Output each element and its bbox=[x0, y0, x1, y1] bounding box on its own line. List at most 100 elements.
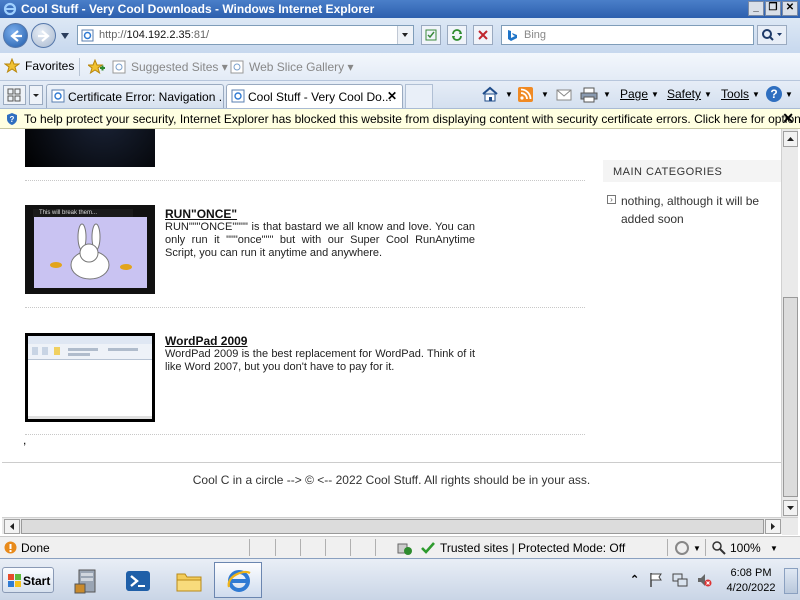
quick-tabs-icon bbox=[7, 88, 21, 102]
home-icon[interactable] bbox=[481, 86, 499, 103]
security-zone[interactable]: Trusted sites | Protected Mode: Off bbox=[440, 541, 625, 555]
tab-cool-stuff[interactable]: Cool Stuff - Very Cool Do... ✕ bbox=[226, 84, 403, 108]
help-icon[interactable]: ? bbox=[765, 85, 783, 103]
search-icon bbox=[762, 29, 782, 41]
minimize-button[interactable]: _ bbox=[748, 1, 764, 16]
scroll-right-button[interactable] bbox=[765, 519, 781, 534]
close-tab-icon[interactable]: ✕ bbox=[387, 89, 397, 103]
page-icon bbox=[231, 89, 245, 103]
protected-mode-icon[interactable] bbox=[674, 540, 690, 556]
horizontal-scrollbar[interactable] bbox=[2, 517, 798, 535]
post-thumbnail-image[interactable] bbox=[25, 129, 155, 167]
new-tab-button[interactable] bbox=[405, 84, 433, 108]
read-mail-icon[interactable] bbox=[556, 89, 572, 101]
close-button[interactable]: ✕ bbox=[782, 1, 798, 16]
page-icon bbox=[81, 29, 94, 42]
search-input[interactable]: Bing bbox=[501, 25, 754, 45]
show-hidden-icons-icon[interactable]: ⌃ bbox=[630, 573, 639, 586]
divider bbox=[375, 539, 376, 556]
web-slice-gallery-link[interactable]: Web Slice Gallery ▾ bbox=[230, 60, 354, 74]
server-manager-taskbar-button[interactable] bbox=[62, 562, 110, 598]
add-ons-icon[interactable] bbox=[397, 540, 413, 556]
scroll-down-button[interactable] bbox=[783, 500, 798, 516]
suggested-sites-label: Suggested Sites ▾ bbox=[131, 60, 228, 74]
network-icon[interactable] bbox=[672, 572, 688, 588]
refresh-icon bbox=[452, 29, 462, 41]
divider bbox=[350, 539, 351, 556]
scroll-up-button[interactable] bbox=[783, 131, 798, 147]
help-dropdown-icon[interactable]: ▼ bbox=[785, 90, 793, 99]
quick-tabs-button[interactable] bbox=[3, 85, 26, 105]
favorites-bar: Favorites Suggested Sites ▾ Web Slice Ga… bbox=[0, 53, 800, 81]
home-dropdown-icon[interactable]: ▼ bbox=[505, 90, 513, 99]
show-desktop-button[interactable] bbox=[784, 568, 798, 594]
maximize-button[interactable]: ❒ bbox=[765, 1, 781, 16]
arrow-down-icon bbox=[787, 506, 794, 510]
clock-time: 6:08 PM bbox=[730, 567, 772, 579]
action-center-flag-icon[interactable] bbox=[648, 572, 664, 588]
windows-explorer-taskbar-button[interactable] bbox=[164, 562, 212, 598]
post-title-link[interactable]: WordPad 2009 bbox=[165, 334, 247, 348]
chevron-down-icon[interactable]: ▼ bbox=[693, 544, 701, 553]
stop-button[interactable] bbox=[473, 25, 493, 45]
post-thumbnail-image[interactable] bbox=[25, 333, 155, 422]
refresh-button[interactable] bbox=[447, 25, 467, 45]
divider bbox=[275, 539, 276, 556]
vertical-scrollbar[interactable] bbox=[781, 129, 798, 517]
tab-label: Cool Stuff - Very Cool Do... bbox=[248, 90, 392, 104]
svg-text:?: ? bbox=[770, 87, 777, 101]
feeds-dropdown-icon[interactable]: ▼ bbox=[541, 90, 549, 99]
add-to-favorites-icon[interactable] bbox=[88, 59, 105, 75]
url-text[interactable]: http://104.192.2.35:81/ bbox=[99, 29, 209, 41]
information-bar-message[interactable]: To help protect your security, Internet … bbox=[24, 112, 800, 126]
category-item[interactable]: › nothing, although it will be added soo… bbox=[607, 192, 781, 228]
system-tray: ⌃ 6:08 PM 4/20/2022 bbox=[626, 565, 800, 597]
information-bar[interactable]: ? To help protect your security, Interne… bbox=[0, 109, 800, 129]
status-text: Done bbox=[21, 541, 50, 555]
chevron-down-icon: ▼ bbox=[752, 89, 760, 99]
chevron-down-icon[interactable]: ▼ bbox=[770, 544, 778, 553]
internet-explorer-taskbar-button[interactable] bbox=[214, 562, 262, 598]
suggested-sites-link[interactable]: Suggested Sites ▾ bbox=[112, 60, 228, 74]
post-divider bbox=[25, 307, 585, 308]
web-slice-gallery-label: Web Slice Gallery ▾ bbox=[249, 60, 354, 74]
post-thumbnail-image[interactable]: This will break them... bbox=[25, 205, 155, 294]
tab-list-button[interactable] bbox=[29, 85, 43, 105]
tab-certificate-error[interactable]: Certificate Error: Navigation ... bbox=[46, 84, 224, 108]
search-button[interactable] bbox=[757, 25, 787, 45]
ie-logo-icon bbox=[3, 2, 17, 16]
category-label[interactable]: nothing, although it will be added soon bbox=[607, 192, 781, 228]
clock[interactable]: 6:08 PM 4/20/2022 bbox=[722, 566, 780, 596]
rss-feed-icon[interactable] bbox=[518, 87, 533, 102]
forward-button[interactable] bbox=[31, 23, 56, 48]
scroll-left-button[interactable] bbox=[4, 519, 20, 534]
footer-divider bbox=[2, 462, 781, 463]
print-dropdown-icon[interactable]: ▼ bbox=[603, 90, 611, 99]
scrollbar-thumb[interactable] bbox=[783, 297, 798, 497]
tools-menu-label: Tools bbox=[721, 87, 750, 101]
address-bar[interactable]: http://104.192.2.35:81/ bbox=[77, 25, 414, 45]
shield-icon: ? bbox=[7, 113, 17, 125]
zoom-icon[interactable] bbox=[711, 540, 727, 556]
page-menu[interactable]: Page ▼ bbox=[620, 87, 659, 101]
address-dropdown-button[interactable] bbox=[397, 26, 413, 44]
print-icon[interactable] bbox=[580, 87, 598, 103]
post-title-link[interactable]: RUN"ONCE" bbox=[165, 207, 237, 221]
compatibility-icon bbox=[425, 29, 437, 41]
powershell-taskbar-button[interactable] bbox=[113, 562, 161, 598]
server-manager-icon bbox=[74, 569, 96, 594]
sidebar-heading: MAIN CATEGORIES bbox=[603, 160, 781, 182]
compatibility-view-button[interactable] bbox=[421, 25, 441, 45]
zoom-level[interactable]: 100% bbox=[730, 541, 761, 555]
back-button[interactable] bbox=[3, 23, 28, 48]
favorites-button[interactable]: Favorites bbox=[4, 58, 74, 74]
close-icon[interactable]: ✕ bbox=[782, 110, 794, 127]
recent-pages-dropdown-icon[interactable] bbox=[60, 32, 70, 40]
safety-menu[interactable]: Safety ▼ bbox=[667, 87, 712, 101]
internet-explorer-icon bbox=[227, 570, 251, 592]
start-button[interactable]: Start bbox=[2, 567, 54, 593]
chevron-down-icon bbox=[402, 33, 408, 37]
scrollbar-thumb[interactable] bbox=[21, 519, 764, 534]
tools-menu[interactable]: Tools ▼ bbox=[721, 87, 760, 101]
volume-muted-icon[interactable] bbox=[696, 572, 712, 588]
